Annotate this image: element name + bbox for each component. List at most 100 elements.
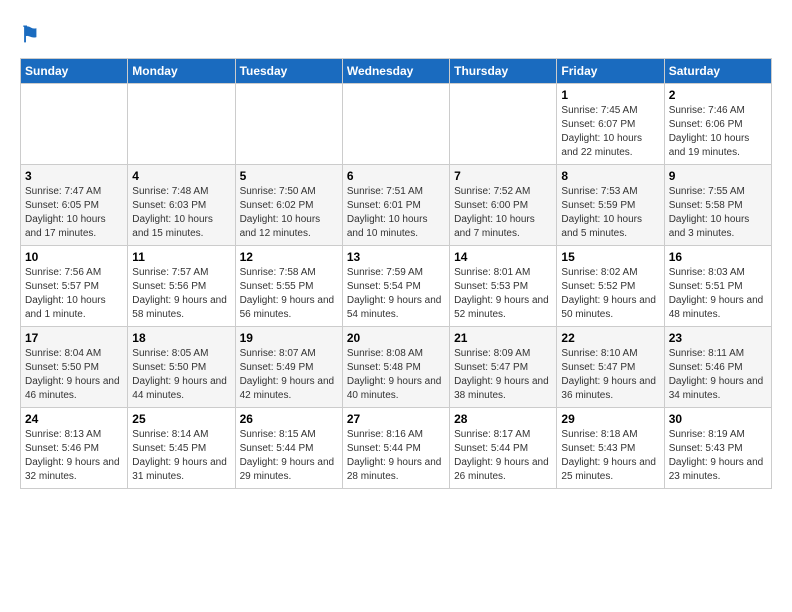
day-info: Sunrise: 8:15 AM Sunset: 5:44 PM Dayligh… bbox=[240, 428, 338, 484]
weekday-header-friday: Friday bbox=[557, 59, 664, 84]
day-number: 28 bbox=[454, 412, 552, 426]
day-number: 5 bbox=[240, 169, 338, 183]
day-number: 21 bbox=[454, 331, 552, 345]
weekday-header-sunday: Sunday bbox=[21, 59, 128, 84]
day-info: Sunrise: 7:55 AM Sunset: 5:58 PM Dayligh… bbox=[669, 185, 767, 241]
calendar-cell bbox=[21, 84, 128, 165]
calendar-cell bbox=[235, 84, 342, 165]
calendar-cell: 17 Sunrise: 8:04 AM Sunset: 5:50 PM Dayli… bbox=[21, 327, 128, 408]
day-number: 30 bbox=[669, 412, 767, 426]
calendar-cell: 25Sunrise: 8:14 AM Sunset: 5:45 PM Dayli… bbox=[128, 408, 235, 489]
day-info: Sunrise: 7:50 AM Sunset: 6:02 PM Dayligh… bbox=[240, 185, 338, 241]
day-number: 12 bbox=[240, 250, 338, 264]
calendar-cell: 15 Sunrise: 8:02 AM Sunset: 5:52 PM Dayli… bbox=[557, 246, 664, 327]
calendar-cell: 9 Sunrise: 7:55 AM Sunset: 5:58 PM Daylig… bbox=[664, 165, 771, 246]
logo: ⚑ bbox=[20, 20, 54, 50]
calendar-cell: 12 Sunrise: 7:58 AM Sunset: 5:55 PM Dayli… bbox=[235, 246, 342, 327]
day-number: 26 bbox=[240, 412, 338, 426]
day-info: Sunrise: 8:19 AM Sunset: 5:43 PM Dayligh… bbox=[669, 428, 767, 484]
calendar-cell bbox=[342, 84, 449, 165]
weekday-header-tuesday: Tuesday bbox=[235, 59, 342, 84]
day-number: 27 bbox=[347, 412, 445, 426]
calendar-cell: 2 Sunrise: 7:46 AM Sunset: 6:06 PM Daylig… bbox=[664, 84, 771, 165]
calendar-cell: 29 Sunrise: 8:18 AM Sunset: 5:43 PM Dayli… bbox=[557, 408, 664, 489]
day-number: 3 bbox=[25, 169, 123, 183]
day-info: Sunrise: 8:04 AM Sunset: 5:50 PM Dayligh… bbox=[25, 347, 123, 403]
day-info: Sunrise: 8:14 AM Sunset: 5:45 PM Dayligh… bbox=[132, 428, 230, 484]
calendar-cell bbox=[128, 84, 235, 165]
svg-text:⚑: ⚑ bbox=[20, 22, 40, 47]
day-number: 20 bbox=[347, 331, 445, 345]
calendar-cell: 19 Sunrise: 8:07 AM Sunset: 5:49 PM Dayli… bbox=[235, 327, 342, 408]
calendar-cell: 11Sunrise: 7:57 AM Sunset: 5:56 PM Dayli… bbox=[128, 246, 235, 327]
day-number: 8 bbox=[561, 169, 659, 183]
day-number: 18 bbox=[132, 331, 230, 345]
day-number: 7 bbox=[454, 169, 552, 183]
calendar-cell: 7 Sunrise: 7:52 AM Sunset: 6:00 PM Daylig… bbox=[450, 165, 557, 246]
day-info: Sunrise: 7:47 AM Sunset: 6:05 PM Dayligh… bbox=[25, 185, 123, 241]
day-number: 10 bbox=[25, 250, 123, 264]
calendar-cell: 4 Sunrise: 7:48 AM Sunset: 6:03 PM Daylig… bbox=[128, 165, 235, 246]
day-info: Sunrise: 8:11 AM Sunset: 5:46 PM Dayligh… bbox=[669, 347, 767, 403]
calendar-cell: 30 Sunrise: 8:19 AM Sunset: 5:43 PM Dayli… bbox=[664, 408, 771, 489]
calendar-week-1: 1Sunrise: 7:45 AM Sunset: 6:07 PM Daylig… bbox=[21, 84, 772, 165]
day-info: Sunrise: 7:46 AM Sunset: 6:06 PM Dayligh… bbox=[669, 104, 767, 160]
day-number: 29 bbox=[561, 412, 659, 426]
calendar-cell: 1Sunrise: 7:45 AM Sunset: 6:07 PM Daylig… bbox=[557, 84, 664, 165]
calendar-week-2: 3 Sunrise: 7:47 AM Sunset: 6:05 PM Daylig… bbox=[21, 165, 772, 246]
weekday-header-saturday: Saturday bbox=[664, 59, 771, 84]
calendar-cell: 28 Sunrise: 8:17 AM Sunset: 5:44 PM Dayli… bbox=[450, 408, 557, 489]
calendar-cell bbox=[450, 84, 557, 165]
day-number: 6 bbox=[347, 169, 445, 183]
calendar-cell: 22Sunrise: 8:10 AM Sunset: 5:47 PM Dayli… bbox=[557, 327, 664, 408]
day-info: Sunrise: 8:02 AM Sunset: 5:52 PM Dayligh… bbox=[561, 266, 659, 322]
day-info: Sunrise: 7:56 AM Sunset: 5:57 PM Dayligh… bbox=[25, 266, 123, 322]
day-number: 14 bbox=[454, 250, 552, 264]
weekday-header-thursday: Thursday bbox=[450, 59, 557, 84]
calendar-cell: 23 Sunrise: 8:11 AM Sunset: 5:46 PM Dayli… bbox=[664, 327, 771, 408]
day-info: Sunrise: 8:17 AM Sunset: 5:44 PM Dayligh… bbox=[454, 428, 552, 484]
day-number: 1 bbox=[561, 88, 659, 102]
day-info: Sunrise: 7:59 AM Sunset: 5:54 PM Dayligh… bbox=[347, 266, 445, 322]
calendar-cell: 20Sunrise: 8:08 AM Sunset: 5:48 PM Dayli… bbox=[342, 327, 449, 408]
day-number: 13 bbox=[347, 250, 445, 264]
day-number: 2 bbox=[669, 88, 767, 102]
day-info: Sunrise: 8:07 AM Sunset: 5:49 PM Dayligh… bbox=[240, 347, 338, 403]
calendar-cell: 21Sunrise: 8:09 AM Sunset: 5:47 PM Dayli… bbox=[450, 327, 557, 408]
calendar-cell: 14 Sunrise: 8:01 AM Sunset: 5:53 PM Dayli… bbox=[450, 246, 557, 327]
weekday-header-wednesday: Wednesday bbox=[342, 59, 449, 84]
day-info: Sunrise: 7:52 AM Sunset: 6:00 PM Dayligh… bbox=[454, 185, 552, 241]
day-number: 9 bbox=[669, 169, 767, 183]
calendar-cell: 16 Sunrise: 8:03 AM Sunset: 5:51 PM Dayli… bbox=[664, 246, 771, 327]
day-info: Sunrise: 8:03 AM Sunset: 5:51 PM Dayligh… bbox=[669, 266, 767, 322]
day-info: Sunrise: 7:58 AM Sunset: 5:55 PM Dayligh… bbox=[240, 266, 338, 322]
day-info: Sunrise: 7:48 AM Sunset: 6:03 PM Dayligh… bbox=[132, 185, 230, 241]
day-info: Sunrise: 8:18 AM Sunset: 5:43 PM Dayligh… bbox=[561, 428, 659, 484]
day-number: 23 bbox=[669, 331, 767, 345]
day-number: 16 bbox=[669, 250, 767, 264]
weekday-header-monday: Monday bbox=[128, 59, 235, 84]
day-number: 22 bbox=[561, 331, 659, 345]
day-number: 4 bbox=[132, 169, 230, 183]
day-number: 15 bbox=[561, 250, 659, 264]
calendar-week-4: 17 Sunrise: 8:04 AM Sunset: 5:50 PM Dayli… bbox=[21, 327, 772, 408]
day-info: Sunrise: 7:51 AM Sunset: 6:01 PM Dayligh… bbox=[347, 185, 445, 241]
page-header: ⚑ bbox=[20, 20, 772, 50]
calendar-cell: 24Sunrise: 8:13 AM Sunset: 5:46 PM Dayli… bbox=[21, 408, 128, 489]
calendar-cell: 26 Sunrise: 8:15 AM Sunset: 5:44 PM Dayli… bbox=[235, 408, 342, 489]
weekday-header-row: SundayMondayTuesdayWednesdayThursdayFrid… bbox=[21, 59, 772, 84]
day-number: 19 bbox=[240, 331, 338, 345]
calendar-cell: 10 Sunrise: 7:56 AM Sunset: 5:57 PM Dayli… bbox=[21, 246, 128, 327]
day-number: 17 bbox=[25, 331, 123, 345]
day-number: 24 bbox=[25, 412, 123, 426]
day-info: Sunrise: 8:05 AM Sunset: 5:50 PM Dayligh… bbox=[132, 347, 230, 403]
calendar-table: SundayMondayTuesdayWednesdayThursdayFrid… bbox=[20, 58, 772, 489]
calendar-cell: 6 Sunrise: 7:51 AM Sunset: 6:01 PM Daylig… bbox=[342, 165, 449, 246]
calendar-week-5: 24Sunrise: 8:13 AM Sunset: 5:46 PM Dayli… bbox=[21, 408, 772, 489]
day-info: Sunrise: 7:57 AM Sunset: 5:56 PM Dayligh… bbox=[132, 266, 230, 322]
calendar-cell: 5 Sunrise: 7:50 AM Sunset: 6:02 PM Daylig… bbox=[235, 165, 342, 246]
calendar-cell: 8Sunrise: 7:53 AM Sunset: 5:59 PM Daylig… bbox=[557, 165, 664, 246]
logo-icon: ⚑ bbox=[20, 20, 50, 50]
calendar-week-3: 10 Sunrise: 7:56 AM Sunset: 5:57 PM Dayli… bbox=[21, 246, 772, 327]
day-info: Sunrise: 8:01 AM Sunset: 5:53 PM Dayligh… bbox=[454, 266, 552, 322]
